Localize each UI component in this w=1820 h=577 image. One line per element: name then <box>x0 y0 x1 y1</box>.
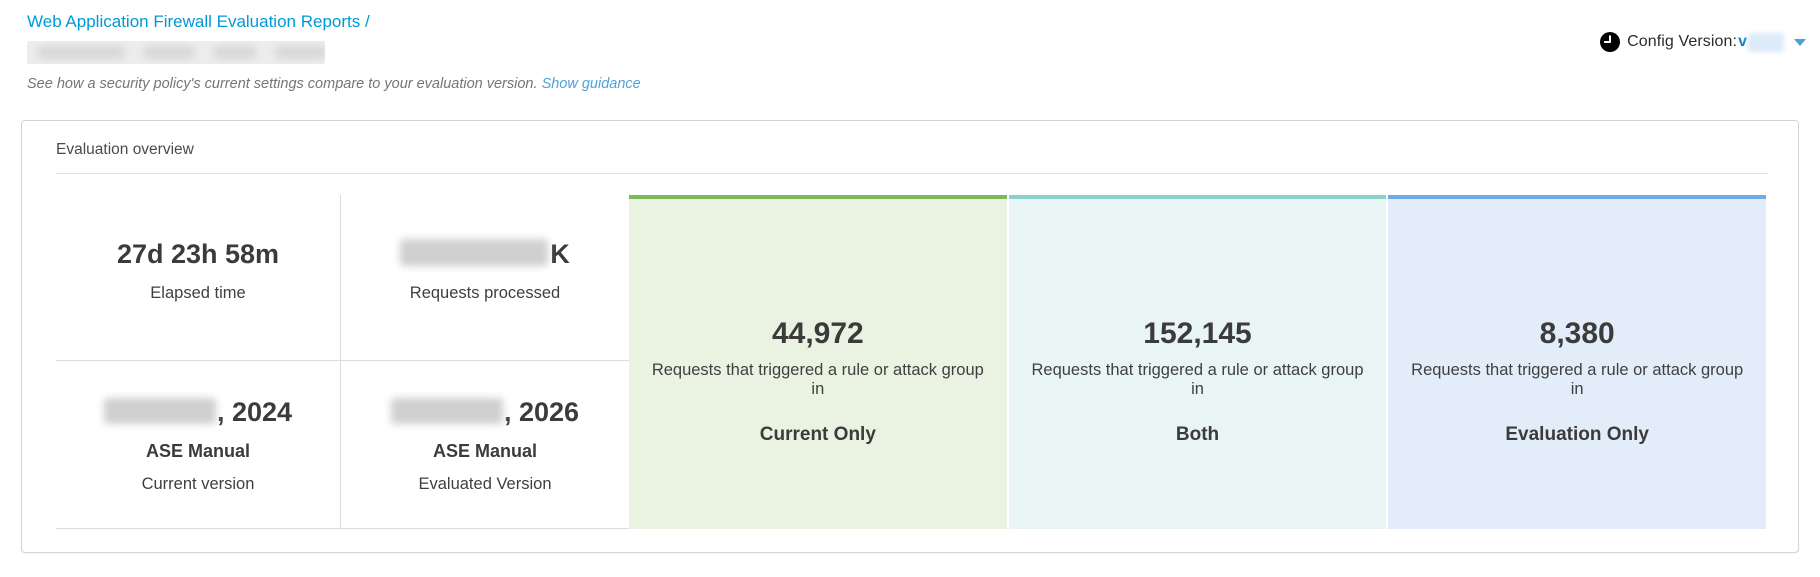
current-version-label: Current version <box>142 475 255 494</box>
page-header: Web Application Firewall Evaluation Repo… <box>0 0 1820 92</box>
redacted-text-blob <box>143 46 195 59</box>
current-only-panel: 44,972 Requests that triggered a rule or… <box>629 195 1007 529</box>
config-version-prefix: v <box>1738 33 1747 51</box>
requests-processed-stat: K Requests processed <box>341 195 629 361</box>
evaluation-only-count: 8,380 <box>1540 316 1615 352</box>
evaluated-version-stat: , 2026 ASE Manual Evaluated Version <box>341 361 629 529</box>
evaluated-version-date: , 2026 <box>391 396 579 428</box>
both-description: Requests that triggered a rule or attack… <box>1027 361 1369 399</box>
evaluation-only-description: Requests that triggered a rule or attack… <box>1406 361 1748 399</box>
show-guidance-link[interactable]: Show guidance <box>542 76 641 92</box>
requests-processed-value: K <box>400 238 570 270</box>
trigger-panels: 44,972 Requests that triggered a rule or… <box>629 195 1766 529</box>
config-version-selector[interactable]: Config Version:v <box>1600 32 1806 52</box>
current-only-count: 44,972 <box>772 316 864 352</box>
elapsed-time-stat: 27d 23h 58m Elapsed time <box>56 195 341 361</box>
current-only-title: Current Only <box>760 424 876 446</box>
both-panel: 152,145 Requests that triggered a rule o… <box>1009 195 1387 529</box>
redacted-text-blob <box>275 46 325 59</box>
current-version-stat: , 2024 ASE Manual Current version <box>56 361 341 529</box>
evaluated-version-name: ASE Manual <box>433 441 537 462</box>
breadcrumb[interactable]: Web Application Firewall Evaluation Repo… <box>27 12 370 32</box>
clock-icon <box>1600 32 1620 52</box>
redacted-date <box>104 398 216 424</box>
redacted-text-blob <box>37 46 125 59</box>
page-subtitle: See how a security policy's current sett… <box>27 76 1820 92</box>
evaluation-only-title: Evaluation Only <box>1505 424 1649 446</box>
elapsed-time-label: Elapsed time <box>150 284 245 303</box>
elapsed-time-value: 27d 23h 58m <box>117 238 279 270</box>
current-only-description: Requests that triggered a rule or attack… <box>647 361 989 399</box>
config-version-label: Config Version: <box>1627 33 1737 51</box>
evaluation-only-panel: 8,380 Requests that triggered a rule or … <box>1388 195 1766 529</box>
redacted-policy-name <box>27 41 325 64</box>
card-title-divider <box>56 173 1768 174</box>
both-count: 152,145 <box>1143 316 1251 352</box>
subtitle-text: See how a security policy's current sett… <box>27 76 538 92</box>
current-version-name: ASE Manual <box>146 441 250 462</box>
evaluated-version-label: Evaluated Version <box>418 475 551 494</box>
redacted-version-number <box>1748 33 1784 52</box>
card-title: Evaluation overview <box>22 121 1798 161</box>
redacted-number <box>400 239 548 266</box>
summary-stats-grid: 27d 23h 58m Elapsed time K Requests proc… <box>56 195 629 529</box>
requests-processed-label: Requests processed <box>410 284 560 303</box>
chevron-down-icon[interactable] <box>1794 39 1806 46</box>
both-title: Both <box>1176 424 1219 446</box>
current-version-date: , 2024 <box>104 396 292 428</box>
stats-row: 27d 23h 58m Elapsed time K Requests proc… <box>56 195 1766 529</box>
redacted-date <box>391 398 503 424</box>
redacted-text-blob <box>213 46 257 59</box>
evaluation-overview-card: Evaluation overview 27d 23h 58m Elapsed … <box>21 120 1799 553</box>
